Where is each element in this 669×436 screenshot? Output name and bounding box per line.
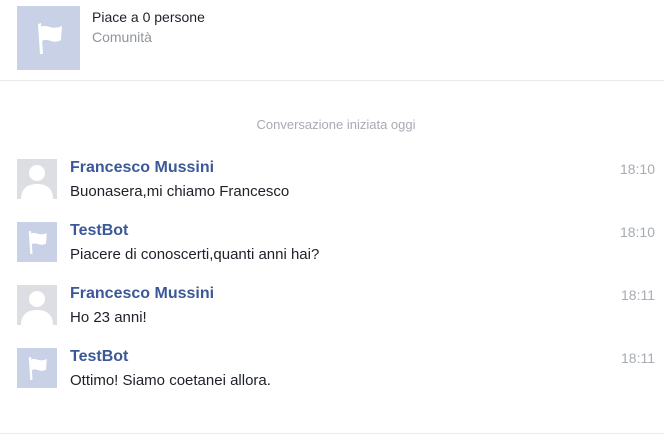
messenger-conversation: Piace a 0 persone Comunità Conversazione… (0, 0, 669, 436)
message-row: TestBot Ottimo! Siamo coetanei allora. 1… (0, 348, 664, 396)
page-category[interactable]: Comunità (92, 29, 152, 45)
sender-name[interactable]: TestBot (70, 222, 128, 240)
message-row: Francesco Mussini Ho 23 anni! 18:11 (0, 285, 664, 333)
message-row: Francesco Mussini Buonasera,mi chiamo Fr… (0, 159, 664, 207)
message-text: Piacere di conoscerti,quanti anni hai? (70, 246, 320, 263)
sender-name[interactable]: Francesco Mussini (70, 159, 214, 177)
sender-name[interactable]: TestBot (70, 348, 128, 366)
page-header: Piace a 0 persone Comunità (0, 0, 664, 81)
message-time: 18:11 (621, 287, 655, 303)
flag-icon (37, 23, 62, 54)
message-time: 18:10 (619, 224, 655, 240)
flag-icon (28, 230, 47, 254)
user-silhouette-icon (21, 291, 53, 325)
message-text: Buonasera,mi chiamo Francesco (70, 183, 290, 200)
message-time: 18:10 (619, 161, 655, 177)
flag-icon (28, 356, 47, 380)
user-silhouette-icon (21, 165, 53, 199)
page-likes-count: Piace a 0 persone (92, 9, 205, 25)
bottom-divider (0, 433, 664, 434)
message-row: TestBot Piacere di conoscerti,quanti ann… (0, 222, 664, 270)
avatar[interactable] (17, 348, 57, 388)
avatar[interactable] (17, 285, 57, 325)
conversation-started-label: Conversazione iniziata oggi (256, 117, 416, 132)
message-text: Ho 23 anni! (70, 309, 147, 326)
message-text: Ottimo! Siamo coetanei allora. (70, 372, 271, 389)
avatar[interactable] (17, 159, 57, 199)
avatar[interactable] (17, 222, 57, 262)
message-time: 18:11 (621, 350, 655, 366)
sender-name[interactable]: Francesco Mussini (70, 285, 214, 303)
page-avatar[interactable] (17, 6, 80, 70)
